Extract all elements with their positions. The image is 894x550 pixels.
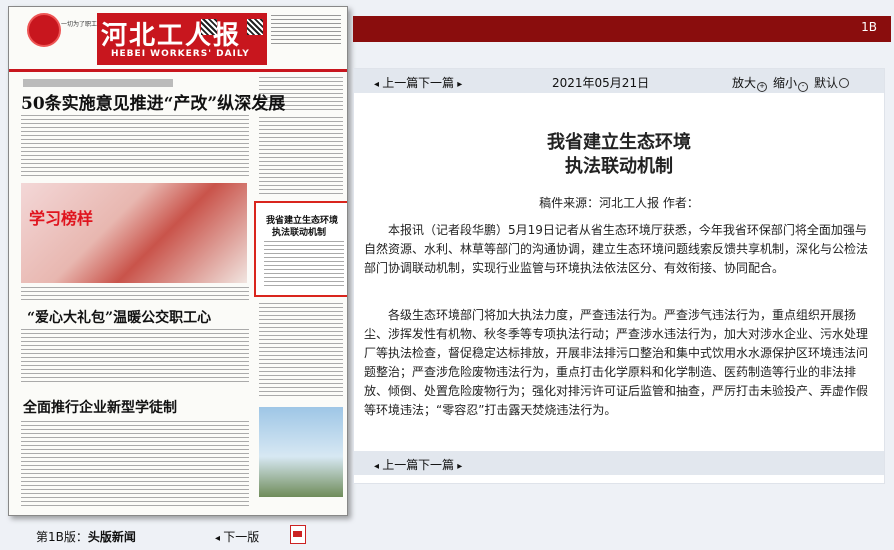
kicker	[21, 287, 249, 301]
article-paragraph: 各级生态环境部门将加大执法力度，严查违法行为。严查涉气违法行为，重点组织开展扬尘…	[364, 308, 869, 417]
article-title-line2: 执法联动机制	[565, 156, 673, 177]
headline-4[interactable]: 全面推行企业新型学徒制	[23, 397, 177, 417]
story-text	[21, 115, 249, 177]
minus-icon: -	[798, 82, 809, 92]
publish-date: 2021年05月21日	[552, 76, 650, 90]
photo-headline: 学习榜样	[29, 209, 94, 228]
zoom-default-button[interactable]: 默认	[814, 76, 855, 90]
edition-prefix: 第1B版：	[36, 530, 88, 544]
masthead-rule	[9, 69, 347, 72]
masthead: 一切为了职工群众 河北工人报 HEBEI WORKERS' DAILY	[9, 7, 347, 72]
newspaper-title: 河北工人报	[101, 21, 242, 51]
article-panel: 上一篇 下一篇 2021年05月21日 放大+缩小-默认 我省建立生态环境 执法…	[353, 68, 885, 484]
zoom-out-label: 缩小	[773, 76, 798, 90]
story-photo[interactable]	[259, 407, 343, 497]
pdf-icon[interactable]	[290, 525, 306, 544]
headline-main[interactable]: 50条实施意见推进“产改”纵深发展	[21, 89, 285, 114]
prev-label: 上一篇	[382, 76, 419, 90]
headline-3[interactable]: “爱心大礼包”温暖公交职工心	[27, 307, 211, 327]
newspaper-subtitle: HEBEI WORKERS' DAILY	[111, 49, 250, 59]
zoom-out-button[interactable]: 缩小 -	[773, 76, 814, 92]
highlighted-article-hotspot[interactable]: 我省建立生态环境 执法联动机制	[254, 201, 347, 297]
article-paragraph: 本报讯（记者段华鹏）5月19日记者从省生态环境厅获悉，今年我省环保部门将全面加强…	[364, 223, 869, 275]
next-label: 下一篇	[418, 458, 455, 472]
edition-label: 第1B版：头版新闻	[36, 528, 136, 545]
article-source: 稿件来源：河北工人报 作者：	[539, 196, 699, 210]
page-code: 1B	[861, 20, 877, 34]
zoom-in-button[interactable]: 放大 +	[732, 76, 773, 92]
next-edition-label: 下一版	[223, 530, 260, 544]
zoom-in-label: 放大	[732, 76, 757, 90]
qr-code-icon	[201, 19, 217, 35]
newspaper-page-thumbnail[interactable]: 一切为了职工群众 河北工人报 HEBEI WORKERS' DAILY 50条实…	[8, 6, 348, 516]
edition-name: 头版新闻	[87, 530, 136, 544]
story-photo[interactable]: 学习榜样	[21, 183, 247, 283]
next-article-link[interactable]: 下一篇	[418, 74, 462, 91]
side-story-text	[259, 117, 343, 195]
prev-label: 上一篇	[382, 458, 419, 472]
next-edition-link[interactable]: 下一版	[215, 528, 259, 545]
qr-code-icon	[247, 19, 263, 35]
edition-footer: 第1B版：头版新闻 下一版	[0, 518, 350, 550]
side-story-text	[259, 303, 343, 399]
article-nav-bottom: 上一篇 下一篇	[354, 451, 884, 475]
article-nav-top: 上一篇 下一篇 2021年05月21日 放大+缩小-默认	[354, 69, 884, 93]
prev-article-link[interactable]: 上一篇	[374, 74, 418, 91]
zoom-controls: 放大 + 缩小 - 默认	[732, 74, 855, 92]
hotspot-text	[264, 241, 344, 289]
zoom-default-label: 默认	[814, 76, 839, 90]
kicker	[23, 79, 173, 87]
story-text	[21, 421, 249, 509]
top-bar: 1B	[353, 16, 891, 42]
next-label: 下一篇	[418, 76, 455, 90]
story-text	[21, 329, 249, 383]
hotspot-title-line2: 执法联动机制	[272, 228, 327, 238]
epaper-viewer: 一切为了职工群众 河北工人报 HEBEI WORKERS' DAILY 50条实…	[0, 0, 894, 550]
article-title-line1: 我省建立生态环境	[547, 132, 691, 153]
next-article-link[interactable]: 下一篇	[418, 456, 462, 473]
prev-article-link[interactable]: 上一篇	[374, 456, 418, 473]
circle-icon	[839, 78, 850, 88]
union-logo	[27, 13, 61, 47]
plus-icon: +	[757, 82, 768, 92]
masthead-info	[271, 15, 341, 45]
